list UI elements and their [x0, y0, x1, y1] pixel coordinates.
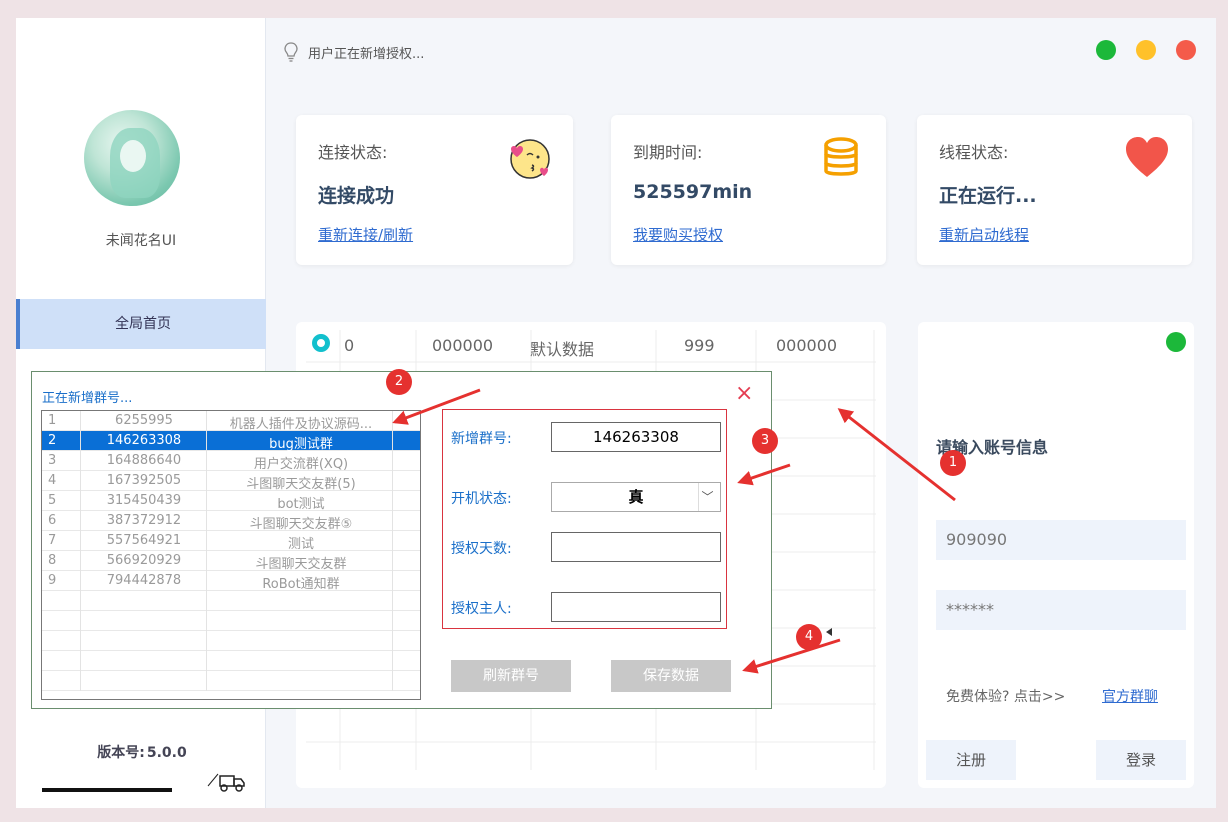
list-item-empty [42, 671, 420, 691]
version-label: 版本号: 5.0.0 [97, 745, 187, 761]
save-data-button[interactable]: 保存数据 [611, 660, 731, 692]
online-status-dot [1166, 332, 1186, 352]
list-item[interactable]: 9 794442878 RoBot通知群 [42, 571, 420, 592]
connection-card: 连接状态: 连接成功 重新连接/刷新 [296, 115, 573, 265]
list-item[interactable]: 5 315450439 bot测试 [42, 491, 420, 512]
list-item-empty [42, 611, 420, 631]
restart-thread-link[interactable]: 重新启动线程 [939, 224, 1029, 245]
reconnect-link[interactable]: 重新连接/刷新 [318, 224, 413, 245]
group-number-label: 新增群号: [451, 431, 512, 447]
list-item[interactable]: 1 6255995 机器人插件及协议源码... [42, 411, 420, 432]
register-button[interactable]: 注册 [926, 740, 1016, 780]
group-number-input[interactable]: 146263308 [551, 422, 721, 452]
lightbulb-icon [284, 42, 298, 62]
official-group-link[interactable]: 官方群聊 [1102, 686, 1158, 706]
license-days-input[interactable] [551, 532, 721, 562]
step-badge-1: 1 [940, 450, 966, 476]
expiry-card: 到期时间: 525597min 我要购买授权 [611, 115, 886, 265]
login-button[interactable]: 登录 [1096, 740, 1186, 780]
cell-index: 0 [344, 336, 355, 355]
step-badge-4: 4 [796, 624, 822, 650]
version-value: 5.0.0 [146, 745, 187, 761]
boot-status-select[interactable]: 真 ﹀ [551, 482, 721, 512]
thread-label: 线程状态: [939, 143, 1009, 162]
list-item[interactable]: 3 164886640 用户交流群(XQ) [42, 451, 420, 472]
progress-track [42, 788, 172, 792]
status-hint: 用户正在新增授权... [284, 42, 424, 62]
license-owner-label: 授权主人: [451, 601, 512, 617]
nav-home[interactable]: 全局首页 [16, 299, 266, 349]
cell-id: 000000 [432, 336, 494, 355]
refresh-groups-button[interactable]: 刷新群号 [451, 660, 571, 692]
buy-license-link[interactable]: 我要购买授权 [633, 224, 723, 245]
database-icon [824, 137, 858, 176]
list-item[interactable]: 6 387372912 斗图聊天交友群⑤ [42, 511, 420, 532]
kiss-face-icon [510, 139, 550, 179]
expiry-value: 525597min [633, 181, 753, 203]
window-minimize-dot[interactable] [1096, 40, 1116, 60]
connection-label: 连接状态: [318, 143, 388, 162]
close-icon[interactable]: × [735, 382, 753, 406]
free-trial-text: 免费体验? 点击>> [946, 689, 1066, 705]
thread-card: 线程状态: 正在运行... 重新启动线程 [917, 115, 1192, 265]
list-item-empty [42, 631, 420, 651]
list-item-selected[interactable]: 2 146263308 bug测试群 [42, 431, 420, 452]
account-input[interactable]: 909090 [936, 520, 1186, 560]
list-item-empty [42, 651, 420, 671]
cell-name: 默认数据 [530, 340, 595, 359]
list-item-empty [42, 591, 420, 611]
license-days-label: 授权天数: [451, 541, 512, 557]
group-form: 新增群号: 146263308 开机状态: 真 ﹀ 授权天数: 授权主人: [442, 409, 727, 629]
truck-icon [207, 773, 245, 792]
add-group-dialog: 正在新增群号... × 1 6255995 机器人插件及协议源码... 2 14626… [31, 371, 772, 709]
license-owner-input[interactable] [551, 592, 721, 622]
connection-value: 连接成功 [318, 185, 395, 207]
group-list[interactable]: 1 6255995 机器人插件及协议源码... 2 146263308 bug测试群 3… [41, 410, 421, 700]
step-badge-3: 3 [752, 428, 778, 454]
window-close-dot[interactable] [1176, 40, 1196, 60]
cell-count: 999 [684, 336, 715, 355]
avatar[interactable] [84, 110, 180, 206]
list-item[interactable]: 8 566920929 斗图聊天交友群 [42, 551, 420, 572]
password-input[interactable]: ****** [936, 590, 1186, 630]
list-item[interactable]: 7 557564921 测试 [42, 531, 420, 552]
login-panel: 请输入账号信息 909090 ****** 免费体验? 点击>> 官方群聊 注册… [918, 322, 1194, 788]
cell-code: 000000 [776, 336, 838, 355]
window-maximize-dot[interactable] [1136, 40, 1156, 60]
table-row[interactable]: 0 000000 默认数据 999 000000 [306, 330, 876, 362]
boot-status-label: 开机状态: [451, 491, 512, 507]
dialog-title: 正在新增群号... [42, 391, 133, 406]
username: 未闻花名UI [105, 233, 177, 249]
expiry-label: 到期时间: [633, 143, 703, 162]
step-badge-2: 2 [386, 369, 412, 395]
thread-value: 正在运行... [939, 185, 1037, 207]
heart-icon [1126, 137, 1168, 177]
list-item[interactable]: 4 167392505 斗图聊天交友群(5) [42, 471, 420, 492]
chevron-down-icon: ﹀ [698, 483, 716, 511]
